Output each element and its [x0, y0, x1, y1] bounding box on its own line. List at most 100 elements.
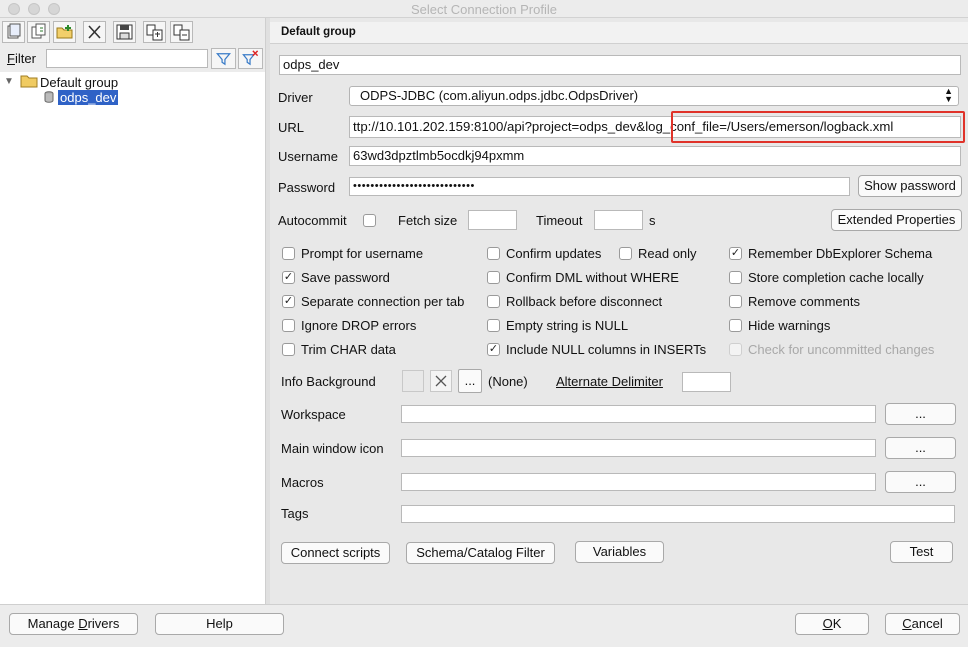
connect-scripts-button[interactable]: Connect scripts: [281, 542, 390, 564]
tree-group-default[interactable]: Default group: [40, 75, 118, 90]
separate-connection-checkbox[interactable]: ✓: [282, 295, 295, 308]
workspace-label: Workspace: [281, 407, 346, 422]
choose-color-button[interactable]: ...: [458, 369, 482, 393]
store-completion-cache-label: Store completion cache locally: [748, 270, 924, 285]
alternate-delimiter-input[interactable]: [682, 372, 731, 392]
macros-browse-button[interactable]: ...: [885, 471, 956, 493]
filter-input[interactable]: [46, 49, 208, 68]
confirm-updates-label: Confirm updates: [506, 246, 602, 261]
expand-toggle-icon[interactable]: ▼: [4, 76, 14, 87]
read-only-label: Read only: [638, 246, 697, 261]
apply-filter-button[interactable]: [211, 48, 236, 69]
tags-input[interactable]: [401, 505, 955, 523]
new-group-button[interactable]: [53, 21, 76, 43]
profile-tree: [0, 72, 265, 604]
fetch-size-label: Fetch size: [398, 213, 458, 228]
extended-properties-button[interactable]: Extended Properties: [831, 209, 962, 231]
username-input[interactable]: 63wd3dpztlmb5ocdkj94pxmm: [349, 146, 961, 166]
test-button[interactable]: Test: [890, 541, 953, 563]
remove-comments-checkbox[interactable]: [729, 295, 742, 308]
group-title: Default group: [281, 26, 356, 38]
paste-icon: [173, 24, 190, 41]
manage-drivers-button[interactable]: Manage Drivers: [9, 613, 138, 635]
timeout-label: Timeout: [536, 213, 583, 228]
save-password-label: Save password: [301, 270, 390, 285]
confirm-dml-label: Confirm DML without WHERE: [506, 270, 679, 285]
info-color-swatch[interactable]: [402, 370, 424, 392]
separate-connection-label: Separate connection per tab: [301, 294, 465, 309]
confirm-updates-checkbox[interactable]: [487, 247, 500, 260]
remember-dbexplorer-label: Remember DbExplorer Schema: [748, 246, 933, 261]
include-null-columns-checkbox[interactable]: ✓: [487, 343, 500, 356]
username-label: Username: [278, 149, 338, 164]
variables-button[interactable]: Variables: [575, 541, 664, 563]
password-label: Password: [278, 180, 336, 195]
url-highlight-annotation: [671, 111, 965, 143]
new-profile-icon: [7, 23, 21, 39]
show-password-button[interactable]: Show password: [858, 175, 962, 197]
url-label: URL: [278, 120, 305, 135]
timeout-unit: s: [649, 213, 656, 228]
timeout-input[interactable]: [594, 210, 643, 230]
remove-comments-label: Remove comments: [748, 294, 860, 309]
save-button[interactable]: [113, 21, 136, 43]
copy-profile-button[interactable]: [27, 21, 50, 43]
remember-dbexplorer-checkbox[interactable]: ✓: [729, 247, 742, 260]
window-title: Select Connection Profile: [411, 2, 557, 17]
password-input[interactable]: ••••••••••••••••••••••••••••: [349, 177, 850, 196]
info-color-none-label: (None): [488, 374, 528, 389]
driver-value: ODPS-JDBC (com.aliyun.odps.jdbc.OdpsDriv…: [360, 88, 639, 103]
prompt-username-checkbox[interactable]: [282, 247, 295, 260]
read-only-checkbox[interactable]: [619, 247, 632, 260]
save-icon: [116, 24, 133, 40]
rollback-label: Rollback before disconnect: [506, 294, 663, 309]
clear-filter-button[interactable]: [238, 48, 263, 69]
main-window-icon-input[interactable]: [401, 439, 876, 457]
autocommit-checkbox[interactable]: [363, 214, 376, 227]
alternate-delimiter-link[interactable]: Alternate Delimiter: [556, 374, 663, 389]
profile-name-input[interactable]: odps_dev: [279, 55, 961, 75]
clear-filter-icon: [242, 50, 259, 66]
empty-string-null-label: Empty string is NULL: [506, 318, 629, 333]
check-uncommitted-label: Check for uncommitted changes: [748, 342, 935, 357]
fetch-size-input[interactable]: [468, 210, 517, 230]
schema-catalog-filter-button[interactable]: Schema/Catalog Filter: [406, 542, 555, 564]
store-completion-cache-checkbox[interactable]: [729, 271, 742, 284]
new-profile-button[interactable]: [2, 21, 25, 43]
cancel-button[interactable]: Cancel: [885, 613, 960, 635]
ignore-drop-errors-label: Ignore DROP errors: [301, 318, 417, 333]
help-button[interactable]: Help: [155, 613, 284, 635]
driver-select[interactable]: ODPS-JDBC (com.aliyun.odps.jdbc.OdpsDriv…: [349, 86, 959, 106]
hide-warnings-checkbox[interactable]: [729, 319, 742, 332]
delete-button[interactable]: [83, 21, 106, 43]
save-password-checkbox[interactable]: ✓: [282, 271, 295, 284]
rollback-checkbox[interactable]: [487, 295, 500, 308]
include-null-columns-label: Include NULL columns in INSERTs: [506, 342, 707, 357]
folder-icon: [20, 75, 38, 88]
paste-button[interactable]: [170, 21, 193, 43]
delete-icon: [88, 25, 101, 39]
group-header: [270, 22, 968, 44]
driver-label: Driver: [278, 90, 313, 105]
autocommit-label: Autocommit: [278, 213, 347, 228]
tree-profile-odps-dev[interactable]: odps_dev: [58, 90, 119, 105]
empty-string-null-checkbox[interactable]: [487, 319, 500, 332]
new-group-icon: [56, 25, 73, 39]
main-window-icon-browse-button[interactable]: ...: [885, 437, 956, 459]
workspace-input[interactable]: [401, 405, 876, 423]
ok-button[interactable]: OK: [795, 613, 869, 635]
filter-label: Filter: [7, 51, 36, 66]
trim-char-label: Trim CHAR data: [301, 342, 396, 357]
select-arrows-icon: ▲ ▼: [944, 86, 953, 104]
database-icon: [44, 91, 54, 103]
copy-to-clipboard-button[interactable]: [143, 21, 166, 43]
confirm-dml-checkbox[interactable]: [487, 271, 500, 284]
reset-color-button[interactable]: [430, 370, 452, 392]
main-window-icon-label: Main window icon: [281, 441, 384, 456]
info-background-label: Info Background: [281, 374, 376, 389]
copy-profile-icon: [31, 23, 46, 39]
ignore-drop-errors-checkbox[interactable]: [282, 319, 295, 332]
macros-input[interactable]: [401, 473, 876, 491]
trim-char-checkbox[interactable]: [282, 343, 295, 356]
workspace-browse-button[interactable]: ...: [885, 403, 956, 425]
